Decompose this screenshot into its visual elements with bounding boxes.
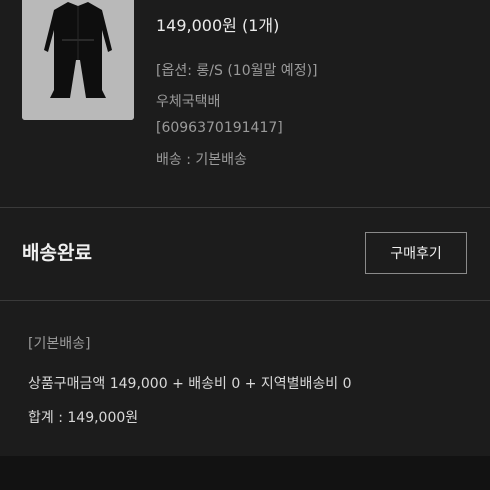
- tracking-number[interactable]: [6096370191417]: [156, 120, 283, 136]
- total-amount: 합계 : 149,000원: [28, 410, 139, 426]
- coat-image-icon: [22, 0, 134, 120]
- order-status-bar: 배송완료 구매후기: [0, 208, 490, 300]
- footer-band: [0, 456, 490, 490]
- delivery-status: 배송완료: [22, 242, 92, 264]
- write-review-button[interactable]: 구매후기: [365, 232, 467, 274]
- summary-shipping-type: [기본배송]: [28, 336, 91, 352]
- order-item: 149,000원 (1개) [옵션: 롱/S (10월말 예정)] 우체국택배 …: [0, 0, 490, 208]
- product-option: [옵션: 롱/S (10월말 예정)]: [156, 63, 318, 79]
- product-thumbnail[interactable]: [22, 0, 134, 120]
- shipping-type: 배송 : 기본배송: [156, 152, 247, 168]
- courier-name: 우체국택배: [156, 94, 221, 110]
- price-quantity: 149,000원 (1개): [156, 16, 280, 35]
- price-breakdown: 상품구매금액 149,000 + 배송비 0 + 지역별배송비 0: [28, 376, 352, 392]
- payment-summary: [기본배송] 상품구매금액 149,000 + 배송비 0 + 지역별배송비 0…: [0, 301, 490, 456]
